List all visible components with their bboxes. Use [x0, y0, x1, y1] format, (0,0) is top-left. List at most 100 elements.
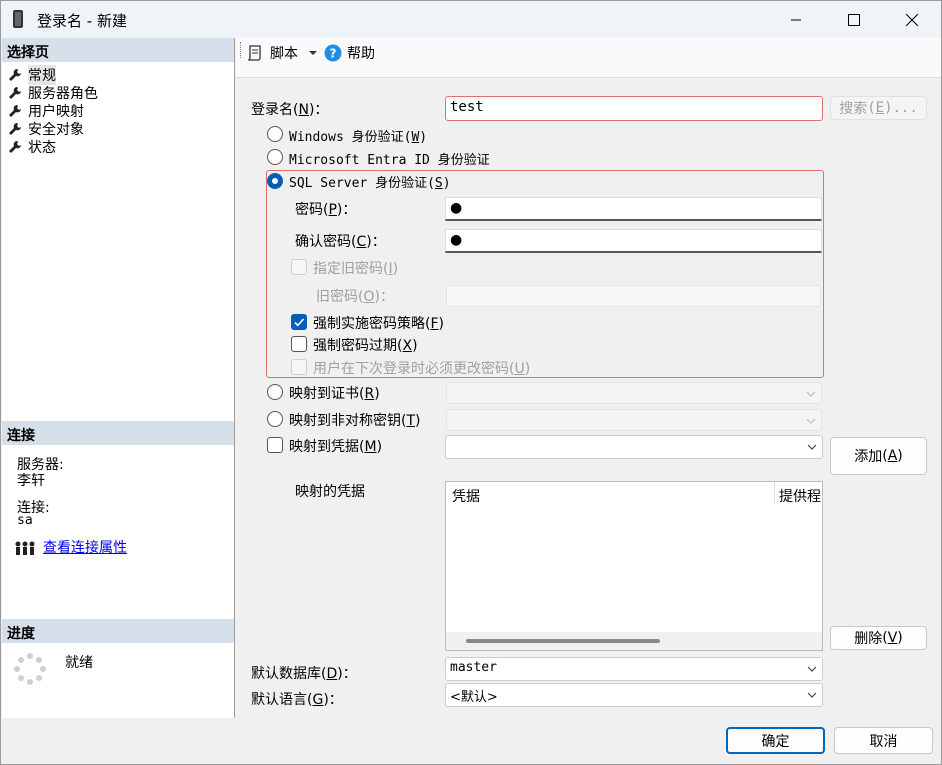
entra-auth-radio[interactable] [267, 149, 283, 165]
cancel-button[interactable]: 取消 [834, 727, 933, 754]
wrench-icon [9, 141, 21, 153]
default-language-combo[interactable]: <默认> [445, 683, 823, 707]
specify-old-password-checkbox[interactable] [291, 259, 307, 275]
page-item-label: 常规 [28, 65, 56, 85]
connection-value: sa [17, 513, 33, 528]
close-icon [906, 13, 918, 26]
toolbar-grip [240, 42, 242, 58]
toolbar: 脚本 ? 帮助 [236, 38, 941, 78]
app-icon [13, 10, 23, 28]
must-change-checkbox[interactable] [291, 359, 307, 375]
scrollbar-thumb[interactable] [466, 639, 660, 643]
credential-column-header[interactable]: 凭据 [452, 486, 480, 506]
help-button[interactable]: ? 帮助 [324, 42, 375, 64]
sql-auth-label: SQL Server 身份验证(S) [289, 176, 451, 191]
login-new-dialog: 登录名 - 新建 选择页 常规 服务器角色 用户映射 安全对象 状态 连接 服务… [0, 0, 942, 765]
sql-auth-radio[interactable] [267, 173, 283, 189]
progress-header: 进度 [2, 619, 234, 643]
map-cert-radio[interactable] [267, 384, 283, 400]
old-password-label: 旧密码(O)： [316, 289, 394, 305]
old-password-input[interactable] [446, 285, 821, 307]
page-item-securables[interactable]: 安全对象 [8, 120, 84, 138]
default-database-label: 默认数据库(D)： [251, 666, 357, 682]
page-item-user-mapping[interactable]: 用户映射 [8, 102, 84, 120]
wrench-icon [9, 123, 21, 135]
maximize-icon [848, 13, 860, 26]
add-button[interactable]: 添加(A) [830, 437, 927, 475]
search-button[interactable]: 搜索(E)... [830, 96, 927, 120]
ok-button[interactable]: 确定 [726, 727, 825, 754]
confirm-password-label: 确认密码(C)： [295, 234, 386, 250]
default-language-label: 默认语言(G)： [251, 692, 343, 708]
mapped-credentials-list[interactable]: 凭据 提供程 [445, 481, 823, 651]
chevron-down-icon [807, 666, 817, 672]
default-database-combo[interactable]: master [445, 657, 823, 681]
dropdown-arrow-icon [309, 51, 317, 55]
minimize-button[interactable] [773, 1, 819, 38]
wrench-icon [9, 69, 21, 81]
map-asym-label: 映射到非对称密钥(T) [289, 413, 421, 429]
map-asym-radio[interactable] [267, 411, 283, 427]
script-icon [247, 45, 261, 61]
chevron-down-icon [806, 391, 816, 397]
page-item-label: 安全对象 [28, 122, 84, 138]
entra-auth-label: Microsoft Entra ID 身份验证 [289, 153, 490, 168]
page-item-server-roles[interactable]: 服务器角色 [8, 84, 98, 102]
enforce-policy-checkbox[interactable] [291, 314, 307, 330]
page-item-status[interactable]: 状态 [8, 138, 56, 156]
connection-properties-icon [15, 541, 35, 555]
progress-status: 就绪 [65, 655, 93, 671]
window-title: 登录名 - 新建 [37, 12, 127, 30]
svg-text:?: ? [330, 47, 337, 61]
view-connection-properties-link[interactable]: 查看连接属性 [43, 537, 127, 557]
mapped-credentials-label: 映射的凭据 [295, 484, 365, 500]
map-cert-label: 映射到证书(R) [289, 386, 380, 402]
map-cred-label: 映射到凭据(M) [289, 439, 383, 455]
default-language-value: <默认> [450, 690, 498, 705]
map-asym-combo[interactable] [446, 409, 822, 431]
page-item-label: 用户映射 [28, 104, 84, 120]
close-button[interactable] [889, 1, 935, 38]
confirm-password-input[interactable]: ● [445, 229, 822, 253]
remove-button[interactable]: 删除(V) [830, 626, 927, 650]
progress-spinner-icon [14, 653, 46, 685]
chevron-down-icon [806, 418, 816, 424]
server-value: 李轩 [17, 473, 45, 489]
windows-auth-label: Windows 身份验证(W) [289, 130, 428, 145]
select-page-header: 选择页 [2, 38, 234, 62]
maximize-button[interactable] [831, 1, 877, 38]
chevron-down-icon [807, 692, 817, 698]
page-item-label: 状态 [28, 140, 56, 156]
specify-old-password-label: 指定旧密码(I) [313, 261, 399, 277]
chevron-down-icon [807, 444, 817, 450]
connection-header: 连接 [2, 421, 234, 445]
enforce-policy-label: 强制实施密码策略(F) [313, 316, 444, 332]
horizontal-scrollbar[interactable] [446, 632, 822, 650]
title-bar: 登录名 - 新建 [1, 1, 941, 38]
map-cred-checkbox[interactable] [267, 437, 283, 453]
login-name-input[interactable]: test [445, 96, 823, 121]
enforce-expiry-label: 强制密码过期(X) [313, 338, 418, 354]
login-name-label: 登录名(N)： [251, 102, 329, 118]
minimize-icon [791, 19, 801, 20]
password-input[interactable]: ● [445, 197, 822, 221]
enforce-expiry-checkbox[interactable] [291, 336, 307, 352]
checkmark-icon [294, 318, 305, 327]
map-cert-combo[interactable] [446, 382, 822, 404]
script-button[interactable]: 脚本 [246, 42, 318, 64]
left-pane: 选择页 常规 服务器角色 用户映射 安全对象 状态 连接 服务器: 李轩 连接:… [2, 38, 235, 718]
default-database-value: master [450, 660, 497, 675]
map-cred-combo[interactable] [445, 435, 823, 459]
help-label: 帮助 [347, 46, 375, 62]
windows-auth-radio[interactable] [267, 126, 283, 142]
password-label: 密码(P)： [295, 202, 357, 218]
provider-column-header[interactable]: 提供程 [779, 486, 821, 506]
must-change-label: 用户在下次登录时必须更改密码(U) [313, 361, 531, 377]
column-divider [774, 482, 775, 504]
script-label: 脚本 [270, 46, 298, 62]
page-item-general[interactable]: 常规 [8, 65, 56, 85]
page-item-label: 服务器角色 [28, 86, 98, 102]
help-icon: ? [324, 44, 342, 62]
wrench-icon [9, 105, 21, 117]
wrench-icon [9, 87, 21, 99]
